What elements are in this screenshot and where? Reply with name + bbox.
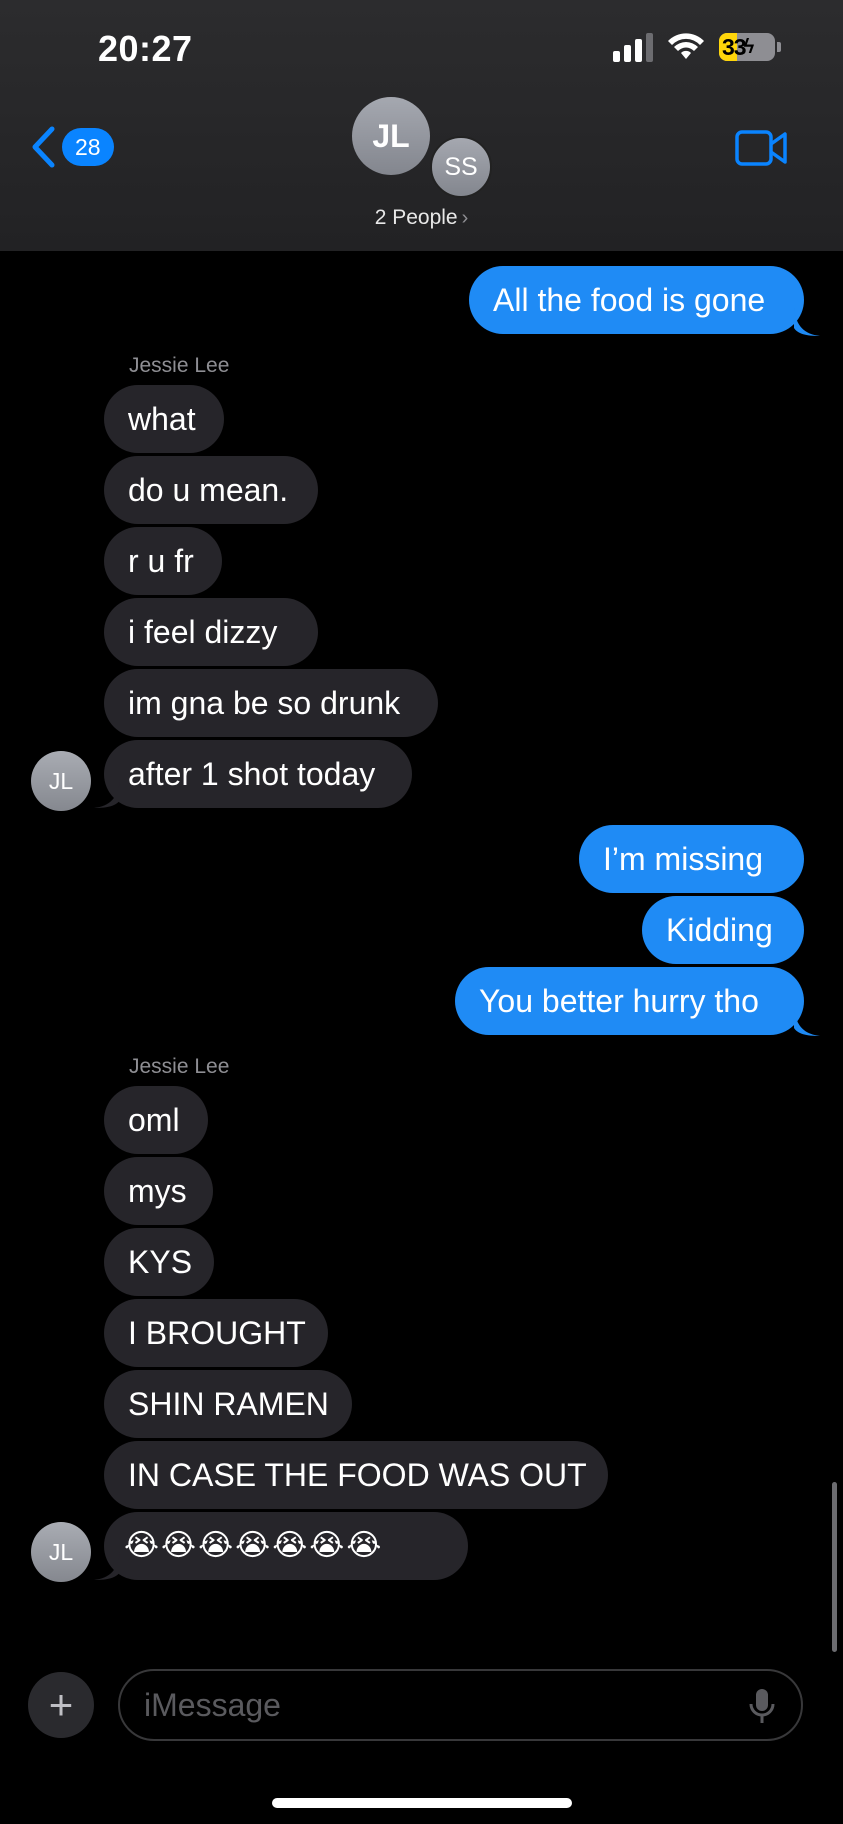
- message-bubble-incoming[interactable]: r u fr: [104, 527, 222, 595]
- bubble-tail: [794, 1008, 820, 1036]
- group-avatar-secondary[interactable]: SS: [430, 136, 492, 198]
- message-bubble-incoming[interactable]: oml: [104, 1086, 208, 1154]
- message-bubble-outgoing[interactable]: I’m missing: [579, 825, 804, 893]
- chevron-left-icon: [32, 126, 55, 168]
- back-button[interactable]: 28: [30, 126, 114, 168]
- bubble-tail: [794, 308, 820, 336]
- message-bubble-incoming[interactable]: 😭😭😭😭😭😭😭: [104, 1512, 468, 1580]
- message-bubble-incoming[interactable]: im gna be so drunk: [104, 669, 438, 737]
- sender-avatar[interactable]: JL: [31, 1522, 91, 1582]
- battery-charging-icon: 33 ϟ: [719, 33, 781, 61]
- chevron-right-icon: ›: [461, 207, 469, 229]
- sender-avatar[interactable]: JL: [31, 751, 91, 811]
- message-bubble-incoming[interactable]: after 1 shot today: [104, 740, 412, 808]
- message-bubble-incoming[interactable]: mys: [104, 1157, 213, 1225]
- plus-icon: +: [48, 1681, 74, 1728]
- scrollbar[interactable]: [832, 1482, 837, 1652]
- home-indicator[interactable]: [272, 1798, 572, 1808]
- message-bubble-outgoing[interactable]: Kidding: [642, 896, 804, 964]
- message-bubble-incoming[interactable]: SHIN RAMEN: [104, 1370, 352, 1438]
- group-avatar-primary[interactable]: JL: [352, 97, 430, 175]
- message-bubble-incoming[interactable]: do u mean.: [104, 456, 318, 524]
- sender-name: Jessie Lee: [129, 1055, 230, 1078]
- status-icons: 33 ϟ: [613, 32, 781, 62]
- input-placeholder: iMessage: [144, 1687, 281, 1723]
- message-bubble-incoming[interactable]: i feel dizzy: [104, 598, 318, 666]
- people-count-label: 2 People: [374, 206, 458, 229]
- message-bubble-outgoing[interactable]: All the food is gone: [469, 266, 804, 334]
- message-bubble-outgoing[interactable]: You better hurry tho: [455, 967, 804, 1035]
- bubble-tail: [94, 1552, 120, 1580]
- message-bubble-incoming[interactable]: KYS: [104, 1228, 214, 1296]
- message-bubble-incoming[interactable]: IN CASE THE FOOD WAS OUT: [104, 1441, 608, 1509]
- unread-count-badge: 28: [62, 128, 114, 166]
- imessage-input[interactable]: iMessage: [118, 1669, 803, 1741]
- plus-button[interactable]: +: [28, 1672, 94, 1738]
- battery-percent: 33: [722, 33, 747, 60]
- signal-icon: [613, 32, 653, 62]
- message-bubble-incoming[interactable]: what: [104, 385, 224, 453]
- conversation-header: 20:27 33 ϟ 28 JL SS 2 People ›: [0, 0, 843, 251]
- microphone-icon[interactable]: [749, 1687, 775, 1725]
- status-time: 20:27: [98, 28, 193, 69]
- bubble-tail: [94, 780, 120, 808]
- video-camera-icon[interactable]: [735, 128, 789, 168]
- wifi-icon: [668, 33, 704, 59]
- sender-name: Jessie Lee: [129, 354, 230, 377]
- group-details-link[interactable]: 2 People ›: [0, 206, 843, 230]
- message-bubble-incoming[interactable]: I BROUGHT: [104, 1299, 328, 1367]
